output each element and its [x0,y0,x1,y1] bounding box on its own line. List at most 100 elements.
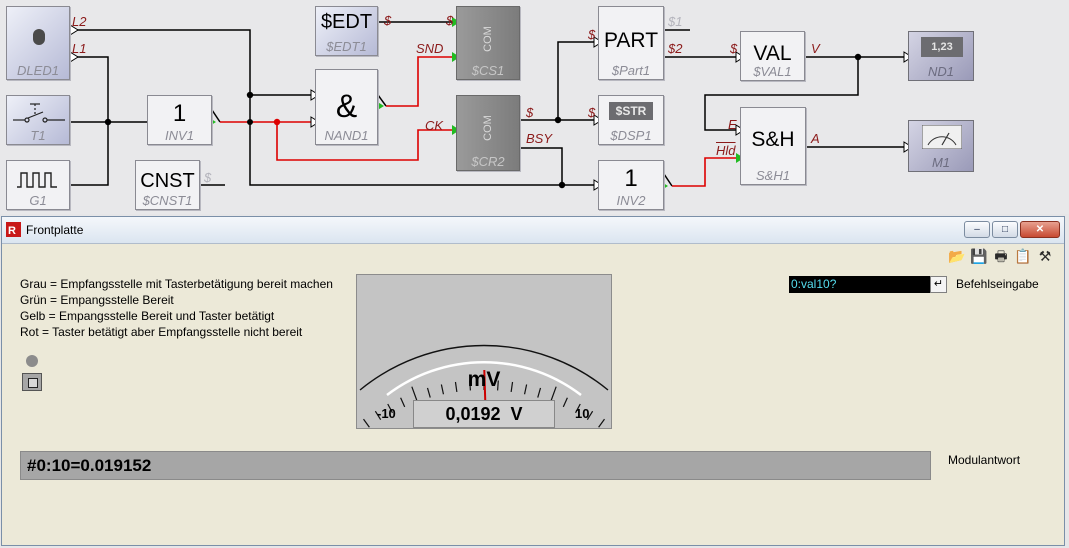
save-icon[interactable]: 💾 [970,247,988,265]
button-face-icon [28,378,38,388]
legend-line: Gelb = Empangsstelle Bereit und Taster b… [20,309,275,323]
status-led [26,355,38,367]
block-name: $DSP1 [610,128,652,143]
nand1-block[interactable]: & NAND1 [315,69,378,145]
t1-block[interactable]: T1 [6,95,70,145]
port-label: E [728,117,737,132]
window-title: Frontplatte [26,223,84,237]
block-symbol: COM [481,26,494,52]
clipboard-icon[interactable]: 📋 [1014,247,1032,265]
port-label: V [811,41,820,56]
dled1-block[interactable]: DLED1 [6,6,70,80]
pushbutton-switch-icon [13,103,65,123]
enter-button[interactable]: ↵ [930,276,947,293]
port-label: SND [416,41,444,56]
command-input[interactable]: 0:val10? [789,276,930,293]
port-label: CK [425,118,444,133]
val1-block[interactable]: VAL $VAL1 [740,31,805,81]
block-name: $CNST1 [142,193,193,208]
part1-block[interactable]: PART $Part1 [598,6,664,80]
window-titlebar[interactable]: R Frontplatte – □ ✕ [2,217,1064,244]
block-name: ND1 [927,64,954,79]
block-symbol: 1 [624,165,638,192]
command-label: Befehlseingabe [956,277,1039,291]
app-logo-icon: R [6,222,21,237]
legend-line: Grau = Empfangsstelle mit Tasterbetätigu… [20,277,333,291]
meter-tick [598,418,605,428]
port-label: $ [730,41,738,56]
block-name: $VAL1 [753,64,792,79]
port-label: $ [204,170,212,185]
block-name: $CS1 [471,63,505,78]
nd1-block[interactable]: 1,23 ND1 [908,31,974,81]
port-label: $ [446,13,454,28]
m1-block[interactable]: M1 [908,120,974,172]
meter-tick [363,418,370,428]
block-symbol: $EDT [320,11,373,33]
block-name: T1 [30,128,46,143]
meter-tick [562,397,568,408]
port-label: $ [588,105,596,120]
block-symbol: PART [603,29,659,52]
port-label: $ [526,105,534,120]
meter-unit: mV [467,368,501,391]
legend-line: Rot = Taster betätigt aber Empfangsstell… [20,325,303,339]
meter-min-label: -10 [377,406,396,421]
push-button[interactable] [22,373,42,391]
meter-readout: 0,0192 V [413,400,555,428]
sh1-block[interactable]: S&H S&H1 [740,107,806,185]
port-label: $ [384,13,392,28]
port-label: L1 [72,41,87,56]
inv1-block[interactable]: 1 INV1 [147,95,212,145]
cnst1-block[interactable]: CNST $CNST1 [135,160,200,210]
block-name: G1 [29,193,47,208]
port-label: $1 [668,14,683,29]
led-indicator-icon [33,29,45,45]
block-symbol: 1 [172,100,187,127]
port-label: BSY [526,131,553,146]
port-label: A [811,131,820,146]
block-name: $CR2 [471,154,505,169]
cs1-block[interactable]: COM $CS1 [456,6,520,80]
g1-block[interactable]: G1 [6,160,70,210]
block-name: INV2 [616,193,646,208]
print-icon[interactable]: 🖶 [992,247,1010,265]
svg-text:R: R [8,225,16,237]
edt1-block[interactable]: $EDT $EDT1 [315,6,378,56]
block-name: M1 [931,155,951,170]
string-display: $STR [609,102,653,120]
square-wave-icon [17,172,57,188]
port-label: $ [588,27,596,42]
block-name: DLED1 [17,63,59,78]
port-label: Hld [716,143,736,158]
minimize-button[interactable]: – [964,221,990,238]
meter-icon [922,125,962,149]
meter-tick [357,423,359,428]
meter-max-label: 10 [575,406,590,421]
analog-meter: mV -10 10 0,0192 V [356,274,612,429]
block-symbol: & [335,88,358,124]
meter-tick [609,423,611,428]
response-field: #0:10=0.019152 [20,451,931,480]
block-name: S&H1 [756,168,790,183]
inv2-block[interactable]: 1 INV2 [598,160,664,210]
diagram-canvas[interactable]: DLED1 T1 G1 1 INV1 CNST $CNST1 $EDT $EDT… [0,0,1069,214]
meter-tick [400,397,406,408]
legend-line: Grün = Empangsstelle Bereit [20,293,174,307]
close-button[interactable]: ✕ [1020,221,1060,238]
port-label: L2 [72,14,87,29]
numeric-display: 1,23 [921,37,963,57]
tools-icon[interactable]: ⚒ [1036,247,1054,265]
frontplatte-window: R Frontplatte – □ ✕ 📂 💾 🖶 📋 ⚒ Grau = Emp… [1,216,1065,546]
response-label: Modulantwort [948,453,1021,467]
dsp1-block[interactable]: $STR $DSP1 [598,95,664,145]
block-name: $Part1 [611,63,651,78]
block-name: $EDT1 [326,39,367,54]
maximize-button[interactable]: □ [992,221,1018,238]
block-symbol: COM [481,115,494,141]
port-label: $2 [668,41,683,56]
open-folder-icon[interactable]: 📂 [948,247,966,265]
block-symbol: VAL [753,42,792,65]
cr2-block[interactable]: COM $CR2 [456,95,520,171]
block-symbol: CNST [140,170,195,192]
